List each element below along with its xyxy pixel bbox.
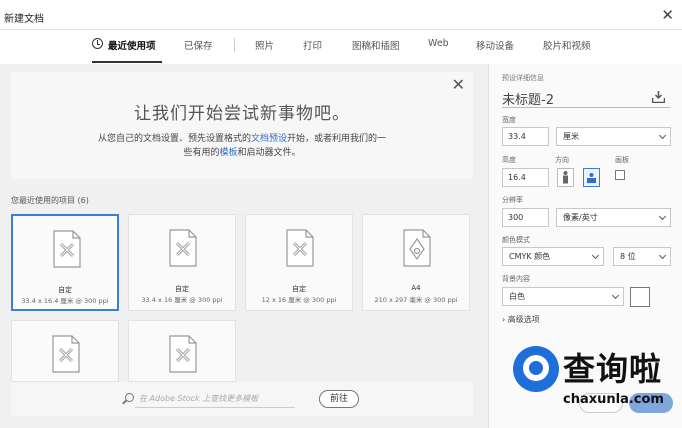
background-color-swatch[interactable]: [630, 287, 650, 307]
search-underline: [135, 407, 295, 408]
card-dimensions: 12 x 16 厘米 @ 300 ppi: [261, 296, 337, 304]
templates-link[interactable]: 模板: [219, 148, 237, 158]
recent-panel: 让我们开始尝试新事物吧。 从您自己的文档设置、预先设置格式的文档预设开始，或者利…: [0, 64, 488, 428]
preset-details-header: 预设详细信息: [502, 74, 544, 82]
document-icon: [286, 229, 314, 267]
card-name: 自定: [175, 285, 189, 293]
width-unit-value: 厘米: [563, 132, 579, 141]
recent-item-card[interactable]: 自定 12 x 16 厘米 @ 300 ppi: [245, 214, 353, 311]
title-bar: 新建文档 ✕: [0, 0, 682, 30]
recent-label-text: 您最近使用的项目: [11, 196, 75, 205]
tab-saved[interactable]: 已保存: [184, 38, 213, 52]
color-mode-select[interactable]: CMYK 颜色: [502, 247, 604, 266]
banner-text: 和启动器文件。: [237, 148, 301, 158]
recent-count: (6): [77, 196, 89, 205]
site-watermark: 查询啦 chaxunla.com: [505, 340, 682, 428]
tab-recent[interactable]: 最近使用项: [108, 38, 156, 52]
chevron-down-icon: [611, 291, 620, 300]
name-underline: [502, 107, 670, 108]
landscape-button[interactable]: [583, 168, 600, 187]
tab-web[interactable]: Web: [428, 38, 449, 49]
banner-line-1: 从您自己的文档设置、预先设置格式的文档预设开始，或者利用我们的一: [11, 131, 473, 144]
card-dimensions: 33.4 x 16.4 厘米 @ 300 ppi: [21, 297, 109, 305]
banner-text: 些有用的: [183, 148, 220, 158]
resolution-unit-select[interactable]: 像素/英寸: [556, 208, 671, 227]
watermark-text: 查询啦: [563, 350, 663, 388]
advanced-options-label: 高级选项: [507, 315, 540, 324]
tab-photo[interactable]: 照片: [255, 38, 274, 52]
recent-item-card[interactable]: 自定 33.4 x 16 厘米 @ 300 ppi: [128, 214, 236, 311]
bit-depth-select[interactable]: 8 位: [613, 247, 671, 266]
tab-mobile[interactable]: 移动设备: [476, 38, 514, 52]
recent-item-card[interactable]: A4 210 x 297 毫米 @ 300 ppi: [362, 214, 470, 311]
orientation-label: 方向: [555, 156, 569, 164]
card-name: A4: [411, 284, 421, 292]
landscape-icon: [587, 173, 596, 183]
recent-item-card[interactable]: [128, 320, 236, 382]
background-select[interactable]: 白色: [502, 287, 624, 306]
width-input[interactable]: 33.4: [502, 127, 549, 146]
resolution-input[interactable]: 300: [502, 208, 549, 227]
width-unit-select[interactable]: 厘米: [556, 127, 671, 146]
chevron-right-icon: ›: [502, 315, 506, 324]
chevron-down-icon: [658, 212, 667, 221]
width-label: 宽度: [502, 116, 516, 124]
height-label: 高度: [502, 156, 516, 164]
go-button[interactable]: 前往: [319, 390, 359, 408]
document-icon: [169, 229, 197, 267]
banner-title: 让我们开始尝试新事物吧。: [134, 104, 350, 124]
tab-film-video[interactable]: 胶片和视频: [543, 38, 591, 52]
portrait-icon: [563, 171, 568, 184]
chevron-down-icon: [591, 251, 600, 260]
tab-art-illustration[interactable]: 图稿和插图: [352, 38, 400, 52]
banner-close-icon[interactable]: ✕: [452, 75, 465, 94]
search-icon: [125, 393, 134, 402]
bit-depth-value: 8 位: [620, 252, 636, 261]
watermark-logo-dot: [529, 361, 543, 375]
category-tabs: 最近使用项 已保存 照片 打印 图稿和插图 Web 移动设备 胶片和视频: [0, 30, 682, 64]
document-icon: [52, 335, 80, 373]
document-name-field[interactable]: 未标题-2: [502, 89, 554, 108]
stock-search-input[interactable]: 在 Adobe Stock 上查找更多模板: [139, 393, 258, 404]
document-icon: [169, 335, 197, 373]
welcome-banner: 让我们开始尝试新事物吧。 从您自己的文档设置、预先设置格式的文档预设开始，或者利…: [11, 72, 473, 179]
illustrator-document-icon: [403, 229, 431, 267]
recent-item-card[interactable]: [11, 320, 119, 382]
color-mode-label: 颜色模式: [502, 236, 530, 244]
recent-item-card[interactable]: 自定 33.4 x 16.4 厘米 @ 300 ppi: [11, 214, 119, 311]
resolution-label: 分辨率: [502, 196, 523, 204]
card-dimensions: 210 x 297 毫米 @ 300 ppi: [374, 296, 458, 304]
active-tab-indicator: [92, 61, 162, 63]
watermark-url: chaxunla.com: [563, 392, 664, 407]
portrait-button[interactable]: [557, 168, 574, 187]
artboard-checkbox[interactable]: [615, 170, 625, 180]
card-name: 自定: [292, 285, 306, 293]
clock-icon: [92, 38, 103, 49]
color-mode-value: CMYK 颜色: [509, 252, 551, 261]
window-close-icon[interactable]: ✕: [661, 6, 674, 24]
save-preset-icon[interactable]: [652, 91, 665, 103]
resolution-unit-value: 像素/英寸: [563, 213, 598, 222]
document-icon: [53, 230, 81, 268]
window-title: 新建文档: [4, 14, 44, 25]
chevron-down-icon: [658, 251, 667, 260]
document-presets-link[interactable]: 文档预设: [251, 134, 287, 144]
artboard-label: 画板: [615, 156, 629, 164]
banner-line-2: 些有用的模板和启动器文件。: [11, 145, 473, 158]
background-value: 白色: [509, 292, 525, 301]
tab-separator: [234, 38, 235, 52]
tab-print[interactable]: 打印: [303, 38, 322, 52]
banner-text: 开始，或者利用我们的一: [287, 134, 387, 144]
stock-search-bar: 在 Adobe Stock 上查找更多模板 前往: [11, 382, 473, 416]
card-name: 自定: [58, 286, 72, 294]
card-dimensions: 33.4 x 16 厘米 @ 300 ppi: [141, 296, 223, 304]
banner-text: 从您自己的文档设置、预先设置格式的: [97, 134, 251, 144]
recent-items-label: 您最近使用的项目 (6): [11, 195, 89, 206]
advanced-options-toggle[interactable]: › 高级选项: [502, 314, 540, 325]
height-input[interactable]: 16.4: [502, 168, 549, 187]
chevron-down-icon: [658, 131, 667, 140]
background-label: 背景内容: [502, 275, 530, 283]
